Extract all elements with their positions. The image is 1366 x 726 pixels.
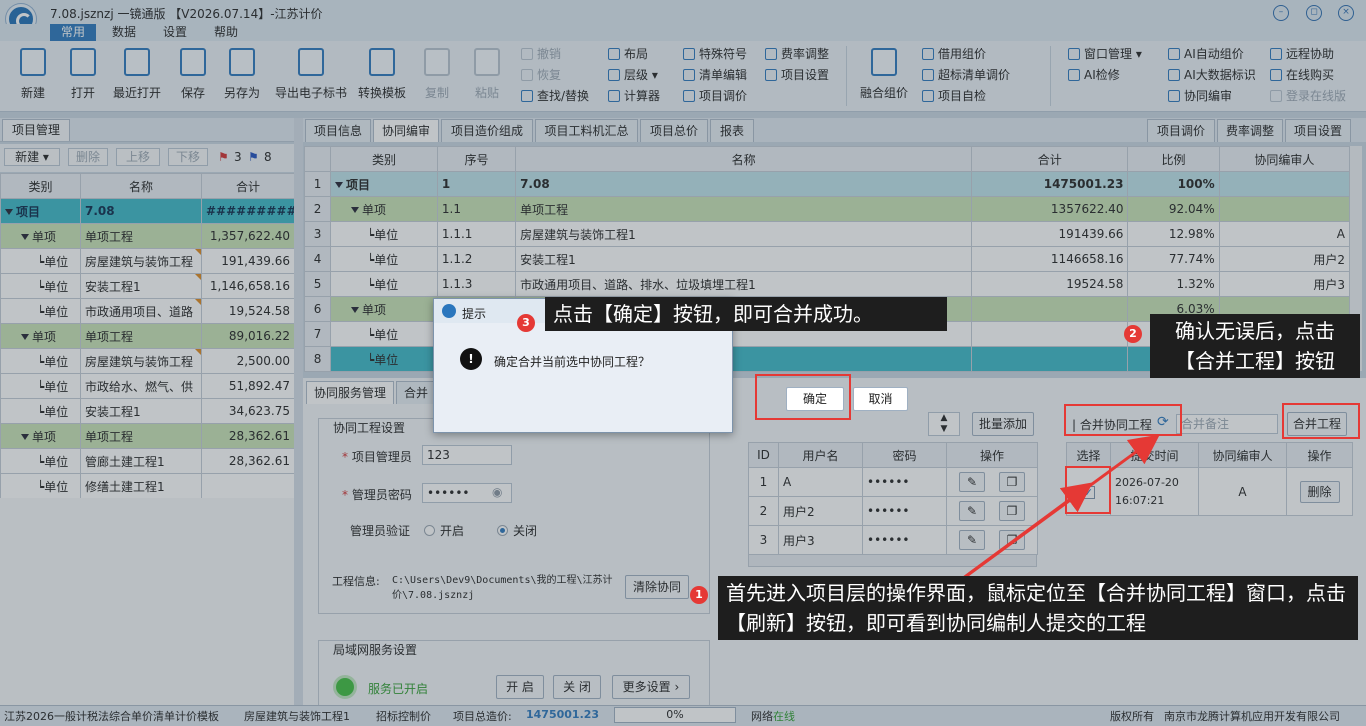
callout-step-3: 点击【确定】按钮，即可合并成功。 — [545, 297, 947, 331]
dialog-title: 提示 — [462, 307, 487, 321]
highlight-merge-button — [1282, 403, 1360, 439]
callout-badge-2: 2 — [1124, 325, 1142, 343]
dialog-app-icon — [442, 304, 456, 318]
highlight-ok — [755, 374, 851, 420]
callout-badge-3: 3 — [517, 314, 535, 332]
callout-step-1: 首先进入项目层的操作界面，鼠标定位至【合并协同工程】窗口，点击【刷新】按钮，即可… — [718, 576, 1358, 640]
callout-badge-1: 1 — [690, 586, 708, 604]
dialog-cancel-button[interactable]: 取消 — [853, 387, 908, 411]
warning-icon: ! — [460, 348, 482, 370]
callout-step-2: 确认无误后，点击【合并工程】按钮 — [1150, 314, 1360, 378]
dialog-message: 确定合并当前选中协同工程？ — [494, 355, 651, 369]
